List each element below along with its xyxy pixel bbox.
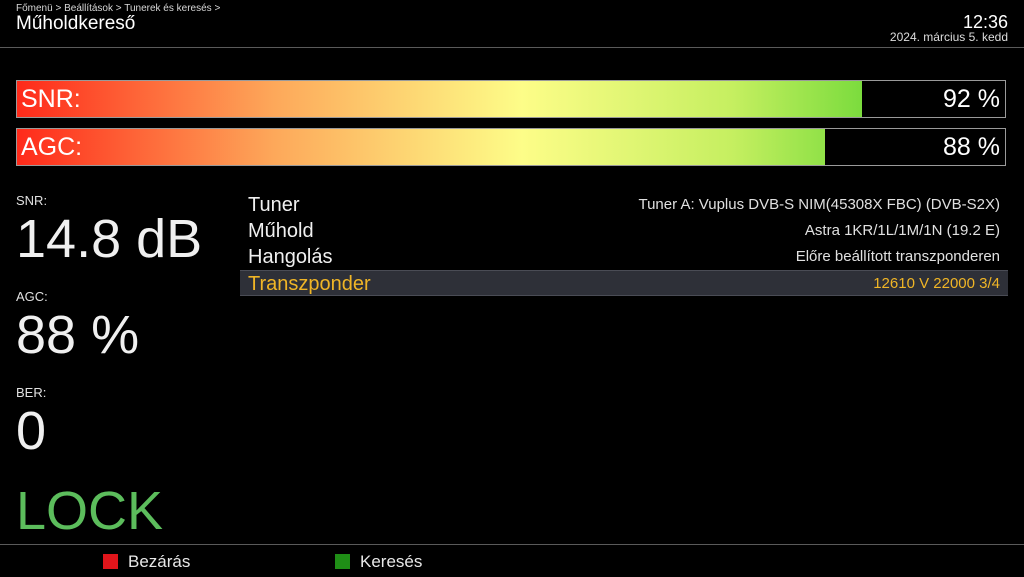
snr-meter-gradient (17, 81, 862, 117)
header-bar: Főmenü > Beállítások > Tunerek és keresé… (0, 0, 1024, 48)
snr-stat-value: 14.8 dB (16, 209, 203, 269)
date-display: 2024. március 5. kedd (889, 30, 1008, 44)
info-value: Astra 1KR/1L/1M/1N (19.2 E) (804, 222, 1000, 239)
info-value: Előre beállított transzponderen (795, 248, 1000, 265)
agc-stat-label: AGC: (16, 289, 48, 304)
info-value: Tuner A: Vuplus DVB-S NIM(45308X FBC) (D… (638, 196, 1000, 213)
info-value: 12610 V 22000 3/4 (873, 275, 1000, 292)
snr-meter-fill (17, 81, 862, 117)
info-row-transponder[interactable]: Transzponder 12610 V 22000 3/4 (240, 270, 1008, 296)
info-key: Hangolás (248, 246, 333, 268)
search-button-label: Keresés (360, 552, 423, 571)
info-row-satellite[interactable]: Műhold Astra 1KR/1L/1M/1N (19.2 E) (240, 218, 1008, 244)
lock-status: LOCK (16, 481, 164, 541)
info-key: Transzponder (248, 273, 371, 295)
red-key-icon (103, 554, 118, 569)
info-row-tuner[interactable]: Tuner Tuner A: Vuplus DVB-S NIM(45308X F… (240, 192, 1008, 218)
agc-meter: AGC: 88 % (16, 128, 1006, 166)
snr-meter: SNR: 92 % (16, 80, 1006, 118)
info-key: Műhold (248, 220, 314, 242)
page-title: Műholdkereső (16, 13, 136, 34)
agc-meter-gradient (17, 129, 825, 165)
snr-stat-label: SNR: (16, 193, 48, 208)
agc-meter-value: 88 % (943, 133, 1000, 161)
ber-stat-label: BER: (16, 385, 47, 400)
info-key: Tuner (248, 194, 300, 216)
close-button-label: Bezárás (128, 552, 191, 571)
agc-stat-value: 88 % (16, 305, 140, 365)
snr-meter-label: SNR: (21, 85, 81, 113)
agc-meter-fill (17, 129, 825, 165)
info-row-tuning[interactable]: Hangolás Előre beállított transzponderen (240, 244, 1008, 270)
agc-meter-label: AGC: (21, 133, 83, 161)
snr-meter-value: 92 % (943, 85, 1000, 113)
footer-bar: Bezárás Keresés (0, 544, 1024, 577)
green-key-icon (335, 554, 350, 569)
tuner-info-list: Tuner Tuner A: Vuplus DVB-S NIM(45308X F… (240, 192, 1008, 296)
ber-stat-value: 0 (16, 401, 47, 461)
